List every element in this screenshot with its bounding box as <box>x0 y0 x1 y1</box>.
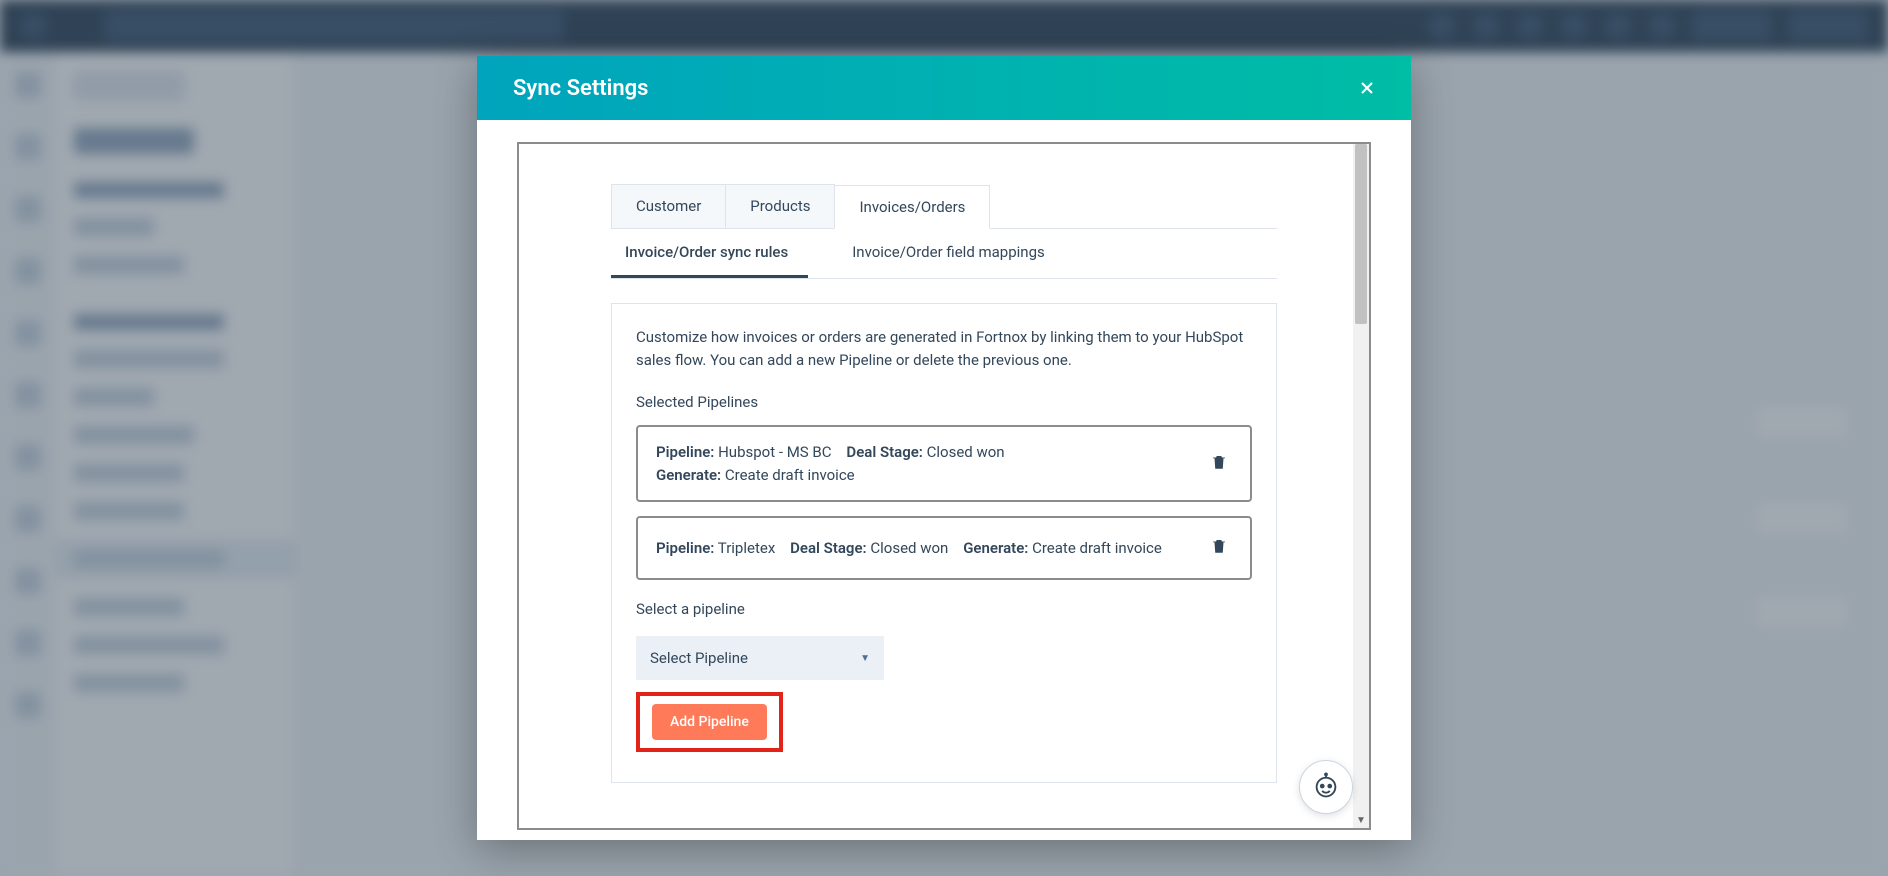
tab-customer[interactable]: Customer <box>611 184 726 228</box>
select-pipeline-label: Select a pipeline <box>636 600 1252 618</box>
modal-body: Customer Products Invoices/Orders Invoic… <box>477 120 1411 840</box>
modal-title: Sync Settings <box>513 76 648 101</box>
content-box: Customize how invoices or orders are gen… <box>611 303 1277 783</box>
subtab-sync-rules[interactable]: Invoice/Order sync rules <box>611 229 808 278</box>
tab-invoices-orders[interactable]: Invoices/Orders <box>834 185 990 229</box>
pipeline-card: Pipeline: Hubspot - MS BC Deal Stage: Cl… <box>636 425 1252 502</box>
add-pipeline-button[interactable]: Add Pipeline <box>652 704 767 740</box>
add-pipeline-highlight: Add Pipeline <box>636 692 783 752</box>
scroll-down-arrow[interactable]: ▼ <box>1353 812 1369 828</box>
delete-pipeline-button[interactable] <box>1206 448 1232 480</box>
description-text: Customize how invoices or orders are gen… <box>636 326 1252 371</box>
close-icon <box>1357 78 1377 98</box>
pipeline-label: Pipeline: <box>656 539 714 557</box>
deal-stage-label: Deal Stage: <box>790 539 866 557</box>
generate-label: Generate: <box>963 539 1028 557</box>
inner-panel: Customer Products Invoices/Orders Invoic… <box>517 142 1371 830</box>
delete-pipeline-button[interactable] <box>1206 532 1232 564</box>
trash-icon <box>1210 452 1228 472</box>
scrollbar-thumb[interactable] <box>1355 144 1367 324</box>
deal-stage-value: Closed won <box>870 539 948 557</box>
sync-settings-modal: Sync Settings Customer Products Invoices… <box>477 56 1411 840</box>
tab-products[interactable]: Products <box>725 184 835 228</box>
chat-widget-button[interactable] <box>1299 760 1353 814</box>
generate-value: Create draft invoice <box>725 466 855 484</box>
main-tabs: Customer Products Invoices/Orders <box>611 184 1277 229</box>
pipeline-value: Tripletex <box>718 539 775 557</box>
select-placeholder: Select Pipeline <box>650 649 748 667</box>
pipeline-card-text: Pipeline: Tripletex Deal Stage: Closed w… <box>656 537 1162 560</box>
sub-tabs: Invoice/Order sync rules Invoice/Order f… <box>611 229 1277 279</box>
deal-stage-value: Closed won <box>927 443 1005 461</box>
modal-header: Sync Settings <box>477 56 1411 120</box>
pipeline-card-text: Pipeline: Hubspot - MS BC Deal Stage: Cl… <box>656 441 1005 486</box>
deal-stage-label: Deal Stage: <box>846 443 922 461</box>
chevron-down-icon: ▼ <box>860 653 870 664</box>
inner-scrollbar[interactable]: ▼ <box>1353 144 1369 828</box>
generate-value: Create draft invoice <box>1032 539 1162 557</box>
pipeline-label: Pipeline: <box>656 443 714 461</box>
generate-label: Generate: <box>656 466 721 484</box>
trash-icon <box>1210 536 1228 556</box>
pipeline-card: Pipeline: Tripletex Deal Stage: Closed w… <box>636 516 1252 580</box>
chatbot-icon <box>1311 772 1341 802</box>
close-button[interactable] <box>1351 72 1383 104</box>
selected-pipelines-label: Selected Pipelines <box>636 393 1252 411</box>
subtab-field-mappings[interactable]: Invoice/Order field mappings <box>838 229 1065 278</box>
pipeline-value: Hubspot - MS BC <box>718 443 831 461</box>
pipeline-select[interactable]: Select Pipeline ▼ <box>636 636 884 680</box>
